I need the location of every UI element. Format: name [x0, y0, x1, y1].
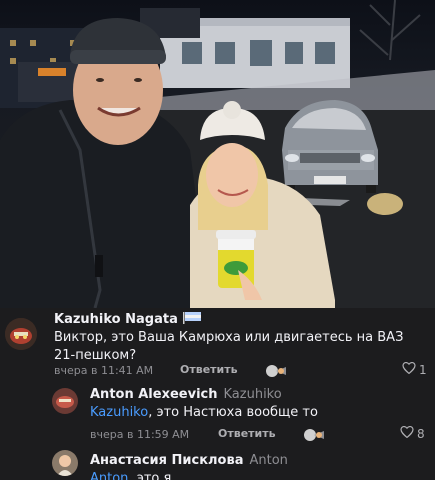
comment-reply-item: Anton Alexeevich Kazuhiko Kazuhiko, это Н… [0, 380, 435, 442]
mention-link[interactable]: Kazuhiko [90, 405, 148, 420]
comment-author[interactable]: Kazuhiko Nagata [54, 312, 201, 328]
comment-item: Kazuhiko Nagata Виктор, это Ваша Камрюха… [0, 308, 435, 380]
author-name: Анастасия Писклова [90, 453, 244, 468]
comment-text: Anton, это я [90, 470, 430, 480]
car [282, 100, 378, 193]
reaction-icon[interactable] [264, 363, 286, 377]
comment-timestamp: вчера в 11:41 AM [54, 364, 154, 377]
avatar-image [5, 318, 37, 350]
like-count[interactable]: 1 [402, 361, 427, 377]
comment-text-body: , это я [128, 471, 172, 480]
mention-link[interactable]: Anton [90, 471, 128, 480]
comments-section: Kazuhiko Nagata Виктор, это Ваша Камрюха… [0, 308, 435, 480]
heart-icon [402, 361, 416, 377]
reply-button[interactable]: Ответить [218, 427, 276, 440]
heart-icon [400, 425, 414, 441]
avatar[interactable] [5, 318, 37, 350]
avatar[interactable] [52, 450, 78, 476]
reply-to-name[interactable]: Anton [250, 453, 288, 468]
reply-button[interactable]: Ответить [180, 363, 238, 376]
comment-text: Виктор, это Ваша Камрюха или двигаетесь … [54, 330, 404, 363]
avatar-image [52, 388, 78, 414]
post-photo[interactable] [0, 0, 435, 308]
reaction-icon[interactable] [302, 427, 324, 441]
comment-reply-item: Анастасия Писклова Anton Anton, это я [0, 442, 435, 480]
comment-author[interactable]: Anton Alexeevich Kazuhiko [90, 387, 282, 402]
comment-text-body: , это Настюха вообще то [148, 405, 318, 420]
comment-timestamp: вчера в 11:59 AM [90, 428, 190, 441]
like-count-value: 1 [419, 363, 427, 377]
reply-to-name[interactable]: Kazuhiko [224, 387, 282, 402]
photo-scene [0, 0, 435, 308]
author-name: Anton Alexeevich [90, 387, 218, 402]
comment-text: Kazuhiko, это Настюха вообще то [90, 404, 430, 422]
avatar-image [52, 450, 78, 476]
comment-author[interactable]: Анастасия Писклова Anton [90, 453, 288, 468]
flag-icon [182, 312, 201, 328]
like-count-value: 8 [417, 427, 425, 441]
like-count[interactable]: 8 [400, 425, 425, 441]
author-name: Kazuhiko Nagata [54, 312, 178, 327]
avatar[interactable] [52, 388, 78, 414]
post-screen: Kazuhiko Nagata Виктор, это Ваша Камрюха… [0, 0, 435, 480]
